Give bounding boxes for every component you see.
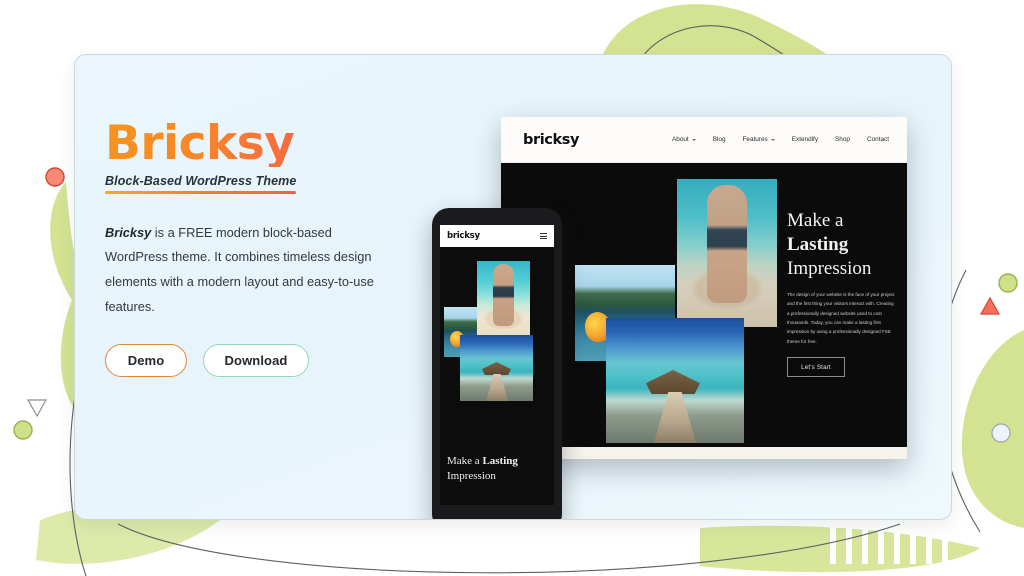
- desktop-navbar: bricksy About Blog Features Extendify Sh…: [501, 117, 907, 163]
- headline-light: Make a: [447, 455, 483, 468]
- mobile-mockup: bricksy Make a Lasting Impression: [432, 208, 562, 519]
- tagline-underline: [105, 191, 297, 194]
- green-circle-right: [998, 273, 1018, 293]
- mobile-headline: Make a Lasting Impression: [447, 454, 547, 483]
- headline-bold: Lasting: [787, 233, 849, 255]
- page-root: Bricksy Block-Based WordPress Theme Bric…: [0, 0, 1024, 576]
- lets-start-button[interactable]: Let's Start: [787, 357, 845, 378]
- hero-copy: Bricksy Block-Based WordPress Theme Bric…: [105, 120, 435, 378]
- green-circle-left: [13, 420, 33, 440]
- mobile-screen: bricksy Make a Lasting Impression: [440, 225, 554, 505]
- nav-label: Shop: [835, 136, 850, 143]
- chevron-down-icon: [770, 138, 775, 141]
- photo-overwater-pier: [606, 318, 744, 443]
- blue-circle-right: [991, 423, 1011, 443]
- desktop-hero-text: Make a Lasting Impression The design of …: [787, 209, 895, 378]
- headline-line2: Impression: [447, 469, 496, 482]
- mobile-photo-person-beach: [477, 261, 530, 339]
- nav-item-extendify[interactable]: Extendify: [792, 136, 818, 143]
- triangle-outline-left: [26, 399, 48, 418]
- stripe-pattern: [830, 524, 948, 564]
- tagline: Block-Based WordPress Theme: [105, 174, 297, 188]
- nav-label: Contact: [866, 136, 889, 143]
- chevron-down-icon: [691, 138, 696, 141]
- nav-item-shop[interactable]: Shop: [835, 136, 850, 143]
- coral-circle-left: [45, 167, 65, 187]
- curve-bottom: [117, 523, 901, 574]
- desktop-paragraph: The design of your website is the face o…: [787, 291, 895, 344]
- demo-button[interactable]: Demo: [105, 344, 187, 378]
- headline-line2: Impression: [787, 257, 872, 279]
- nav-label: Features: [742, 136, 768, 143]
- headline-light: Make a: [787, 210, 844, 231]
- download-button[interactable]: Download: [203, 344, 309, 378]
- coral-triangle-right: [979, 296, 1001, 315]
- photo-person-beach: [677, 179, 777, 327]
- nav-item-blog[interactable]: Blog: [713, 136, 726, 143]
- green-blob-right: [961, 330, 1024, 528]
- nav-label: About: [672, 136, 689, 143]
- intro-lead: Bricksy: [105, 224, 152, 240]
- hero-card: Bricksy Block-Based WordPress Theme Bric…: [74, 54, 952, 520]
- desktop-headline: Make a Lasting Impression: [787, 209, 895, 281]
- intro-paragraph: Bricksy is a FREE modern block-based Wor…: [105, 221, 397, 321]
- tagline-block: Block-Based WordPress Theme: [105, 174, 297, 194]
- green-blob-bottom-right: [700, 525, 980, 573]
- desktop-logo: bricksy: [523, 131, 580, 148]
- mobile-photo-overwater-pier: [460, 335, 533, 401]
- page-title: Bricksy: [105, 120, 435, 167]
- nav-item-contact[interactable]: Contact: [867, 136, 889, 143]
- hamburger-icon[interactable]: [540, 232, 547, 240]
- nav-item-about[interactable]: About: [672, 136, 696, 143]
- headline-bold: Lasting: [482, 455, 518, 468]
- nav-item-features[interactable]: Features: [743, 136, 775, 143]
- mobile-hero-text: Make a Lasting Impression: [447, 454, 547, 483]
- desktop-nav-menu: About Blog Features Extendify Shop Conta…: [672, 136, 889, 143]
- nav-label: Extendify: [791, 136, 819, 143]
- mobile-logo: bricksy: [447, 231, 480, 241]
- mobile-navbar: bricksy: [440, 225, 554, 247]
- nav-label: Blog: [712, 136, 726, 143]
- cta-button-row: Demo Download: [105, 344, 435, 378]
